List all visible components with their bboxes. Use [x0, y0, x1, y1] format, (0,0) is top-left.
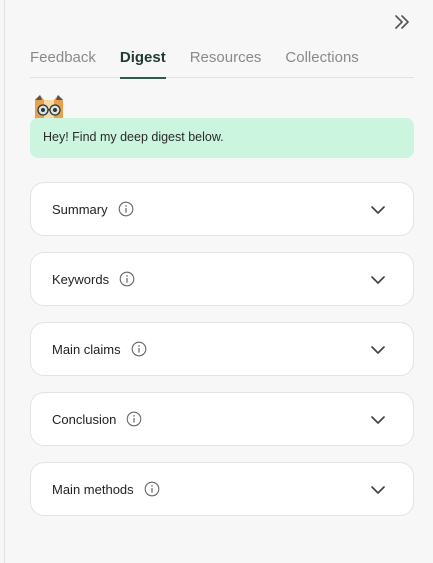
- chevron-down-icon[interactable]: [370, 412, 386, 428]
- tab-bar: Feedback Digest Resources Collections: [30, 46, 414, 79]
- section-conclusion[interactable]: Conclusion: [30, 392, 414, 446]
- section-label: Summary: [52, 201, 108, 217]
- collapse-panel-button[interactable]: [393, 12, 411, 32]
- section-keywords[interactable]: Keywords: [30, 252, 414, 306]
- chevron-down-icon[interactable]: [370, 272, 386, 288]
- info-icon[interactable]: [126, 411, 142, 427]
- chevron-down-icon[interactable]: [370, 202, 386, 218]
- double-chevron-right-icon: [395, 15, 409, 29]
- tab-resources[interactable]: Resources: [190, 46, 262, 78]
- info-icon[interactable]: [131, 341, 147, 357]
- cat-mascot-icon: [35, 95, 63, 120]
- section-label: Keywords: [52, 271, 110, 287]
- section-main-methods[interactable]: Main methods: [30, 462, 414, 516]
- section-label: Conclusion: [52, 411, 117, 427]
- tab-digest[interactable]: Digest: [119, 46, 166, 79]
- tab-collections[interactable]: Collections: [285, 46, 358, 78]
- chevron-down-icon[interactable]: [370, 482, 386, 498]
- panel-left-border: [4, 0, 5, 563]
- info-icon[interactable]: [119, 271, 135, 287]
- tab-feedback[interactable]: Feedback: [30, 46, 96, 78]
- section-main-claims[interactable]: Main claims: [30, 322, 414, 376]
- chevron-down-icon[interactable]: [370, 342, 386, 358]
- info-icon[interactable]: [118, 201, 134, 217]
- section-label: Main methods: [52, 481, 134, 497]
- section-summary[interactable]: Summary: [30, 182, 414, 236]
- greeting-message: Hey! Find my deep digest below.: [30, 118, 414, 158]
- section-label: Main claims: [52, 341, 121, 357]
- info-icon[interactable]: [144, 481, 160, 497]
